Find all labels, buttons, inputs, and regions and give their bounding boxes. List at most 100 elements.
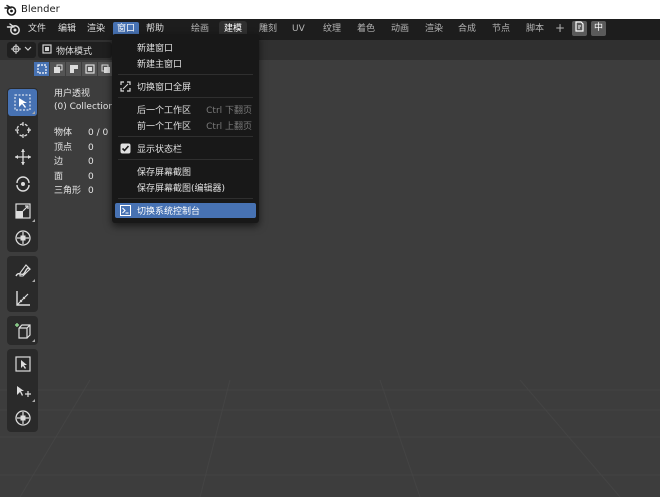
tab-uv-editing[interactable]: UV	[289, 21, 308, 38]
object-mode-icon	[42, 43, 52, 57]
measure-tool-icon[interactable]	[8, 284, 37, 311]
stat-label: 三角形	[54, 186, 82, 196]
menu-file[interactable]: 文件	[24, 22, 50, 37]
add-workspace-button[interactable]: +	[555, 21, 565, 35]
tool-shelf	[7, 88, 38, 436]
transform-tool-icon[interactable]	[8, 224, 37, 251]
view-name: 用户透视	[54, 89, 91, 99]
rotate-tool-icon[interactable]	[8, 170, 37, 197]
menu-separator	[118, 159, 253, 160]
stat-row: 物体 0 / 0	[54, 126, 108, 141]
menu-item-save-screenshot-editor[interactable]: 保存屏幕截图(编辑器)	[115, 180, 256, 195]
menu-item-label: 新建窗口	[137, 44, 174, 54]
select-subtract-icon[interactable]	[66, 62, 81, 76]
menu-item-label: 保存屏幕截图(编辑器)	[137, 184, 226, 194]
select-object-tool-icon[interactable]	[8, 350, 37, 377]
menu-item-new-main-window[interactable]: 新建主窗口	[115, 56, 256, 71]
menu-item-label: 切换系统控制台	[137, 207, 201, 217]
stat-value: 0	[88, 157, 94, 167]
scene-statistics: 物体 0 / 0 顶点 0 边 0 面 0 三角形 0	[54, 126, 108, 199]
tab-animation[interactable]: 动画	[388, 21, 412, 38]
collection-name: (0) Collection	[54, 102, 115, 112]
tab-compositing[interactable]: 合成	[455, 21, 479, 38]
menu-item-label: 新建主窗口	[137, 60, 183, 70]
tab-scripting[interactable]: 脚本	[523, 21, 547, 38]
menu-item-label: 切换窗口全屏	[137, 83, 192, 93]
checkbox-checked-icon[interactable]	[120, 143, 131, 154]
menu-item-new-window[interactable]: 新建窗口	[115, 40, 256, 55]
blender-menu-icon[interactable]	[6, 22, 22, 36]
select-box-tool-icon[interactable]	[8, 89, 37, 116]
console-icon	[120, 205, 131, 216]
menu-item-toggle-system-console[interactable]: 切换系统控制台	[115, 203, 256, 218]
tool-variants-icon	[32, 279, 35, 282]
tool-group-annotate	[7, 256, 38, 312]
tool-group-transform	[7, 88, 38, 252]
menu-render[interactable]: 渲染	[83, 22, 109, 37]
menu-separator	[118, 74, 253, 75]
stat-value: 0	[88, 171, 94, 182]
menu-item-next-workspace[interactable]: 后一个工作区 Ctrl 下翻页	[115, 102, 256, 117]
menu-edit[interactable]: 编辑	[54, 22, 80, 37]
add-cube-tool-icon[interactable]	[8, 317, 37, 344]
menu-item-shortcut: Ctrl 上翻页	[206, 122, 252, 132]
stat-label: 顶点	[54, 142, 73, 153]
os-title-bar: Blender	[0, 0, 660, 19]
tab-sculpting[interactable]: 雕刻	[256, 21, 280, 38]
menu-item-label: 后一个工作区	[137, 106, 192, 116]
menu-item-save-screenshot[interactable]: 保存屏幕截图	[115, 164, 256, 179]
menu-item-label: 前一个工作区	[137, 122, 192, 132]
window-title: Blender	[21, 4, 60, 15]
select-new-icon[interactable]	[34, 62, 49, 76]
stat-label: 物体	[54, 128, 73, 138]
tool-variants-icon	[32, 219, 35, 222]
menu-item-show-status-bar[interactable]: 显示状态栏	[115, 141, 256, 156]
viewport-overlay: 用户透视 (0) Collection	[54, 88, 114, 114]
blender-topbar: 文件 编辑 渲染 窗口 帮助 绘画 建模 雕刻 UV 纹理 着色 动画 渲染 合…	[0, 19, 660, 40]
editor-type-button[interactable]	[7, 42, 36, 58]
tool-group-object	[7, 349, 38, 432]
menu-item-toggle-fullscreen[interactable]: 切换窗口全屏	[115, 79, 256, 94]
menu-separator	[118, 136, 253, 137]
stat-row: 顶点 0	[54, 141, 108, 156]
stat-value: 0	[88, 186, 94, 196]
selection-mode-row	[34, 62, 113, 78]
stat-value: 0	[88, 142, 94, 153]
menu-item-label: 显示状态栏	[137, 145, 183, 155]
select-extend-icon[interactable]	[50, 62, 65, 76]
stat-row: 边 0	[54, 155, 108, 170]
tab-shading[interactable]: 着色	[354, 21, 378, 38]
tool-variants-icon	[32, 339, 35, 342]
tab-texture[interactable]: 纹理	[320, 21, 344, 38]
tab-rendering[interactable]: 渲染	[422, 21, 446, 38]
annotate-tool-icon[interactable]	[8, 257, 37, 284]
fullscreen-icon	[120, 81, 131, 92]
tool-variants-icon	[32, 399, 35, 402]
viewport-header: 物体模式	[0, 40, 660, 60]
scale-tool-icon[interactable]	[8, 197, 37, 224]
window-menu-dropdown: 新建窗口 新建主窗口 切换窗口全屏 后一个工作区 Ctrl 下翻页 前一个工作区…	[112, 34, 259, 223]
menu-item-shortcut: Ctrl 下翻页	[206, 106, 252, 116]
mode-selector[interactable]: 物体模式	[38, 42, 112, 58]
menu-item-previous-workspace[interactable]: 前一个工作区 Ctrl 上翻页	[115, 118, 256, 133]
move-tool-icon[interactable]	[8, 143, 37, 170]
menu-separator	[118, 198, 253, 199]
stat-label: 面	[54, 171, 64, 182]
orbit-tool-icon[interactable]	[8, 404, 37, 431]
stat-value: 0 / 0	[88, 128, 109, 138]
blender-logo-icon	[3, 3, 17, 17]
shear-tool-icon[interactable]	[8, 377, 37, 404]
menu-separator	[118, 97, 253, 98]
tool-variants-icon	[32, 111, 35, 114]
mode-label: 物体模式	[56, 46, 93, 57]
ime-indicator[interactable]: 中	[591, 21, 606, 36]
menu-item-label: 保存屏幕截图	[137, 168, 192, 178]
select-intersect-icon[interactable]	[98, 62, 113, 76]
stat-label: 边	[54, 157, 64, 167]
stat-row: 面 0	[54, 170, 108, 185]
tab-geometry-nodes[interactable]: 节点	[489, 21, 513, 38]
select-invert-icon[interactable]	[82, 62, 97, 76]
cursor-tool-icon[interactable]	[8, 116, 37, 143]
editor-type-icon	[10, 43, 32, 58]
workspace-scene-icon[interactable]	[572, 21, 587, 36]
